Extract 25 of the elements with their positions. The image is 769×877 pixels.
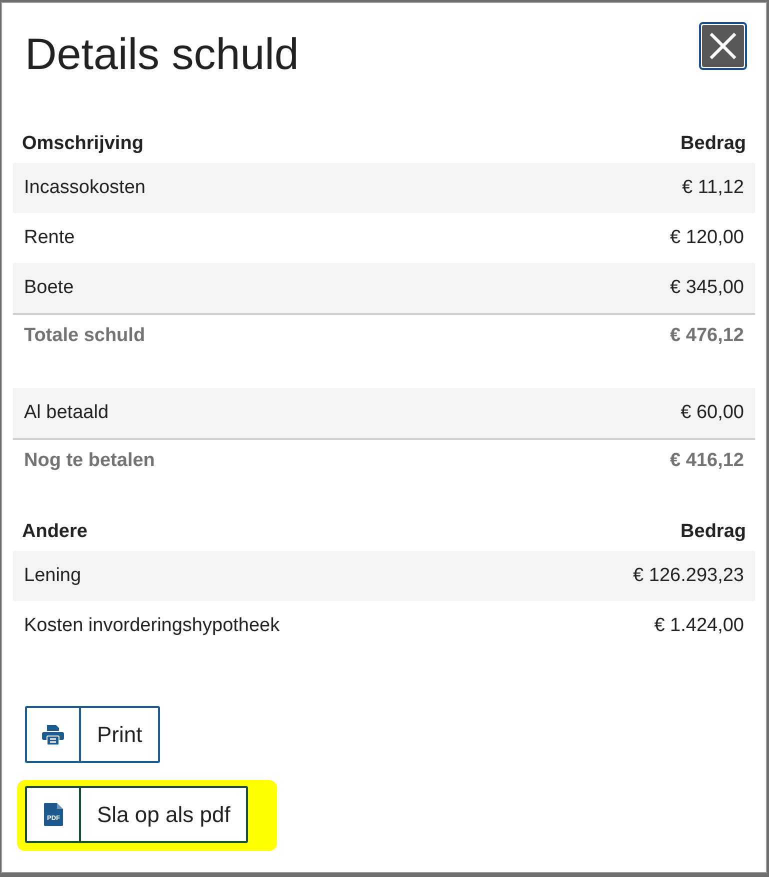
printer-icon [42, 724, 64, 744]
row-label: Rente [24, 226, 75, 250]
row-amount: € 345,00 [670, 276, 744, 300]
total-label: Totale schuld [24, 324, 146, 348]
row-amount: € 1.424,00 [654, 614, 744, 638]
dialog-title: Details schuld [25, 31, 299, 79]
total-label: Nog te betalen [24, 449, 155, 474]
row-amount: € 60,00 [680, 400, 744, 425]
row-amount: € 11,12 [682, 176, 744, 200]
total-amount: € 416,12 [670, 449, 744, 474]
row-label: Kosten invorderingshypotheek [24, 614, 280, 638]
close-button[interactable] [699, 22, 747, 70]
column-header: Bedrag [680, 132, 746, 156]
row-label: Incassokosten [24, 176, 146, 200]
column-header: Andere [22, 520, 88, 544]
total-amount: € 476,12 [670, 324, 744, 348]
row-label: Al betaald [24, 400, 109, 425]
column-header: Omschrijving [22, 132, 144, 156]
row-amount: € 126.293,23 [633, 564, 744, 588]
row-label: Boete [24, 276, 74, 300]
row-label: Lening [24, 564, 82, 588]
close-icon [702, 25, 744, 67]
row-amount: € 120,00 [670, 226, 744, 250]
column-header: Bedrag [680, 520, 746, 544]
print-button[interactable]: Print [25, 706, 160, 763]
